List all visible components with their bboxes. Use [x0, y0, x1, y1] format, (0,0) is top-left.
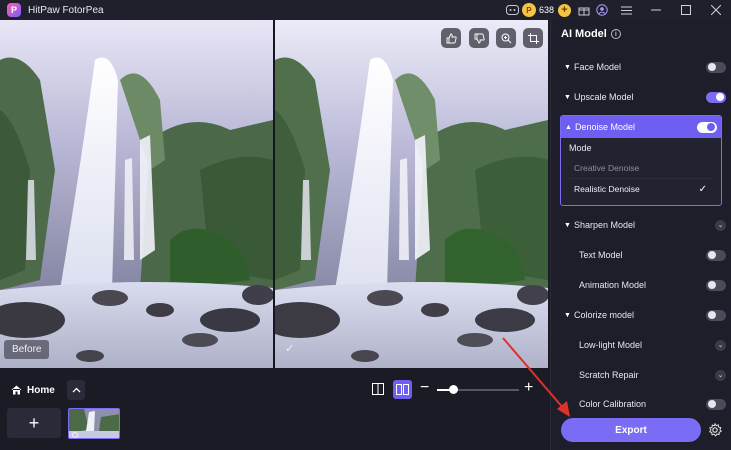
- option-label: Creative Denoise: [574, 163, 640, 173]
- face-model-toggle[interactable]: [706, 61, 726, 73]
- chevron-up-icon: [72, 387, 80, 393]
- model-row-denoise[interactable]: ▲ Denoise Model: [561, 116, 721, 138]
- model-label: Scratch Repair: [579, 370, 639, 380]
- coin-icon: P: [521, 3, 536, 17]
- model-label: Animation Model: [579, 280, 647, 290]
- option-realistic-denoise[interactable]: Realistic Denoise ✓: [561, 179, 721, 199]
- before-label: Before: [4, 340, 50, 359]
- crop-icon[interactable]: [523, 28, 543, 48]
- denoise-model-toggle[interactable]: [697, 121, 717, 133]
- thumbs-up-icon[interactable]: [441, 28, 461, 48]
- text-model-toggle[interactable]: [706, 249, 726, 261]
- home-button[interactable]: Home: [7, 380, 59, 400]
- caret-down-icon: ▼: [564, 221, 571, 229]
- upscale-model-toggle[interactable]: [706, 91, 726, 103]
- thumbs-down-icon[interactable]: [469, 28, 489, 48]
- zoom-out-button[interactable]: −: [420, 380, 429, 396]
- model-label: Low-light Model: [579, 340, 643, 350]
- model-row-sharpen[interactable]: ▼ Sharpen Model ⌄: [564, 213, 726, 237]
- model-label: Colorize model: [574, 310, 635, 320]
- add-image-button[interactable]: +: [7, 408, 61, 438]
- zoom-in-icon[interactable]: [496, 28, 516, 48]
- maximize-icon[interactable]: [671, 0, 701, 20]
- model-row-scratch-repair[interactable]: Scratch Repair ⌄: [564, 363, 726, 387]
- caret-down-icon: ▼: [564, 93, 571, 101]
- animation-model-toggle[interactable]: [706, 279, 726, 291]
- model-label: Color Calibration: [579, 399, 647, 409]
- color-calibration-toggle[interactable]: [706, 398, 726, 410]
- single-view-icon: [372, 383, 384, 395]
- chevron-down-icon[interactable]: ⌄: [715, 339, 726, 351]
- home-label: Home: [27, 384, 55, 396]
- after-check-icon: ✓: [285, 343, 295, 355]
- gift-icon[interactable]: [575, 1, 593, 19]
- collapse-filmstrip-button[interactable]: [67, 380, 85, 400]
- denoise-mode-label: Mode: [569, 143, 592, 153]
- menu-icon[interactable]: [611, 0, 641, 20]
- model-row-lowlight[interactable]: Low-light Model ⌄: [564, 333, 726, 357]
- chevron-down-icon[interactable]: ⌄: [715, 219, 726, 231]
- model-label: Denoise Model: [574, 122, 635, 132]
- option-creative-denoise[interactable]: Creative Denoise: [561, 158, 721, 178]
- model-row-face[interactable]: ▼ Face Model: [564, 55, 726, 79]
- model-row-colorize[interactable]: ▼ Colorize model: [564, 303, 726, 327]
- before-image: Before: [0, 20, 273, 368]
- caret-up-icon: ▲: [565, 123, 572, 131]
- single-view-button[interactable]: [369, 380, 387, 398]
- check-icon: ✓: [698, 183, 707, 195]
- split-view-icon: [396, 384, 409, 395]
- app-logo: P: [7, 3, 21, 17]
- add-credits-button[interactable]: +: [558, 3, 571, 17]
- app-title: HitPaw FotorPea: [28, 4, 104, 16]
- close-icon[interactable]: [701, 0, 731, 20]
- model-row-animation[interactable]: Animation Model: [564, 273, 726, 297]
- panel-title: AI Model i: [561, 28, 621, 40]
- minimize-icon[interactable]: [641, 0, 671, 20]
- chevron-down-icon[interactable]: ⌄: [715, 369, 726, 381]
- credits-count: 638: [538, 5, 554, 15]
- waterfall-scene-after: [275, 20, 548, 368]
- denoise-model-section: ▲ Denoise Model Mode Creative Denoise Re…: [560, 115, 722, 206]
- title-bar: P HitPaw FotorPea P 638 +: [0, 0, 731, 20]
- panel-title-text: AI Model: [561, 28, 607, 40]
- split-view-button[interactable]: [393, 380, 412, 399]
- discord-icon[interactable]: [504, 1, 522, 19]
- waterfall-scene-before: [0, 20, 273, 368]
- home-icon: [11, 385, 22, 395]
- caret-down-icon: ▼: [564, 311, 571, 319]
- image-thumbnail[interactable]: [68, 408, 120, 439]
- annotation-arrow: [502, 337, 570, 417]
- bottom-bar: Home + − +: [0, 368, 550, 450]
- model-label: Face Model: [574, 62, 622, 72]
- settings-gear-icon[interactable]: [707, 422, 723, 438]
- colorize-model-toggle[interactable]: [706, 309, 726, 321]
- account-icon[interactable]: [593, 1, 611, 19]
- info-icon[interactable]: i: [610, 29, 621, 39]
- model-label: Text Model: [579, 250, 623, 260]
- after-image: ✓: [275, 20, 548, 368]
- option-label: Realistic Denoise: [574, 184, 640, 194]
- model-label: Sharpen Model: [574, 220, 636, 230]
- model-row-text[interactable]: Text Model: [564, 243, 726, 267]
- export-button[interactable]: Export: [561, 418, 701, 442]
- model-row-color-calibration[interactable]: Color Calibration: [564, 392, 726, 416]
- model-label: Upscale Model: [574, 92, 634, 102]
- caret-down-icon: ▼: [564, 63, 571, 71]
- zoom-slider-handle[interactable]: [449, 385, 459, 394]
- model-row-upscale[interactable]: ▼ Upscale Model: [564, 85, 726, 109]
